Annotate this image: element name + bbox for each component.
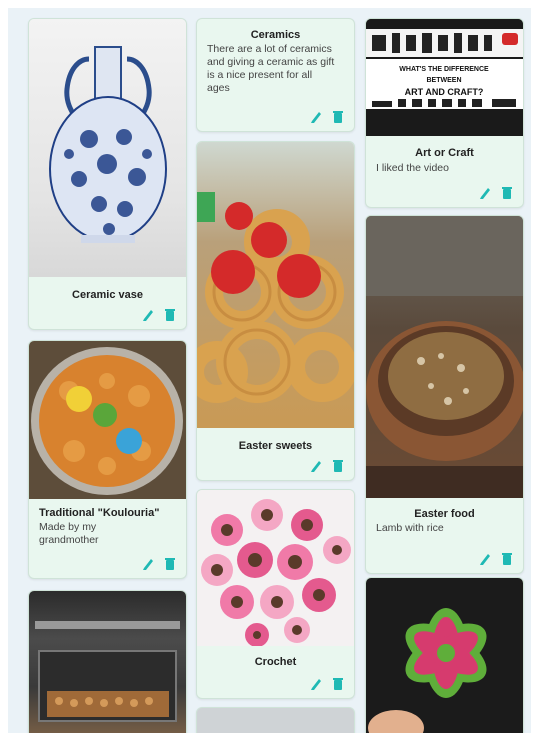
delete-icon[interactable] bbox=[332, 110, 344, 124]
edit-icon[interactable] bbox=[142, 308, 154, 322]
post-card[interactable]: Crochet bbox=[196, 489, 355, 699]
post-image: WHAT'S THE DIFFERENCE BETWEEN ART AND CR… bbox=[366, 19, 523, 136]
edit-icon[interactable] bbox=[310, 110, 322, 124]
edit-icon[interactable] bbox=[310, 677, 322, 691]
edit-icon[interactable] bbox=[310, 459, 322, 473]
post-title: Easter food bbox=[414, 508, 475, 520]
delete-icon[interactable] bbox=[332, 459, 344, 473]
post-card[interactable]: Easter sweets bbox=[196, 141, 355, 481]
post-card[interactable]: Traditional "Koulouria" Made by my grand… bbox=[28, 340, 187, 579]
post-image bbox=[29, 591, 186, 733]
post-title: Traditional "Koulouria" bbox=[39, 507, 160, 519]
edit-icon[interactable] bbox=[479, 186, 491, 200]
post-image bbox=[29, 341, 186, 499]
post-card[interactable]: Easter food Lamb with rice bbox=[365, 215, 524, 574]
post-title: Crochet bbox=[254, 656, 297, 668]
post-card[interactable]: Ceramics There are a lot of ceramics and… bbox=[196, 18, 355, 132]
post-title: Easter sweets bbox=[238, 440, 313, 452]
post-description: Made by my grandmother bbox=[39, 521, 99, 546]
post-card[interactable]: Ceramic vase bbox=[28, 18, 187, 330]
delete-icon[interactable] bbox=[501, 552, 513, 566]
post-image bbox=[197, 490, 354, 646]
post-description: I liked the video bbox=[376, 162, 449, 174]
post-description: Lamb with rice bbox=[376, 522, 444, 534]
delete-icon[interactable] bbox=[164, 557, 176, 571]
post-card[interactable]: WHAT'S THE DIFFERENCE BETWEEN ART AND CR… bbox=[365, 18, 524, 208]
delete-icon[interactable] bbox=[501, 186, 513, 200]
post-title: Ceramic vase bbox=[72, 289, 143, 301]
delete-icon[interactable] bbox=[332, 677, 344, 691]
post-card[interactable] bbox=[365, 577, 524, 733]
post-card[interactable] bbox=[196, 707, 355, 733]
edit-icon[interactable] bbox=[479, 552, 491, 566]
post-image bbox=[366, 578, 523, 733]
post-description: There are a lot of ceramics and giving a… bbox=[207, 43, 335, 94]
post-title: Art or Craft bbox=[415, 147, 474, 159]
delete-icon[interactable] bbox=[164, 308, 176, 322]
post-title: Ceramics bbox=[250, 29, 301, 41]
video-text-line3: ART AND CRAFT? bbox=[405, 87, 484, 97]
video-text-line1: WHAT'S THE DIFFERENCE bbox=[399, 66, 489, 73]
post-card[interactable] bbox=[28, 590, 187, 733]
video-text-line2: BETWEEN bbox=[427, 77, 462, 84]
post-image bbox=[197, 142, 354, 428]
edit-icon[interactable] bbox=[142, 557, 154, 571]
post-image bbox=[29, 19, 186, 277]
padlet-board: Ceramic vase Traditional "Koulouria" Mad… bbox=[8, 8, 531, 733]
post-image bbox=[366, 216, 523, 498]
